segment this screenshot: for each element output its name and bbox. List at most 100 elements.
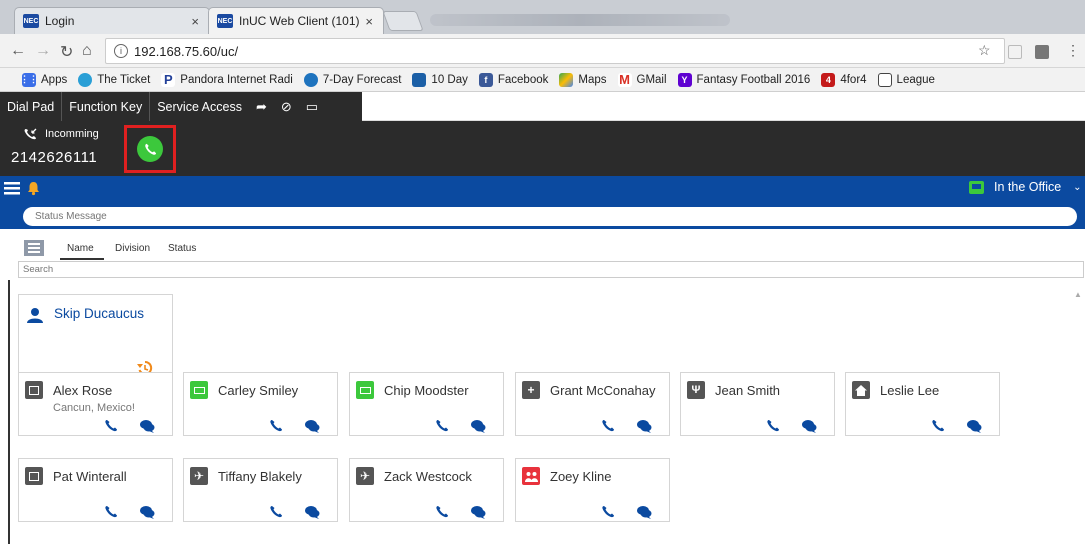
- sort-tab-division[interactable]: Division: [115, 243, 150, 254]
- hamburger-menu-icon[interactable]: [4, 181, 20, 195]
- close-tab-icon[interactable]: ×: [365, 14, 373, 29]
- lunch-icon: Ψ: [687, 381, 705, 399]
- call-icon[interactable]: [932, 419, 945, 432]
- call-icon[interactable]: [105, 419, 118, 432]
- close-tab-icon[interactable]: ×: [191, 14, 199, 29]
- caller-number: 2142626111: [11, 149, 98, 166]
- sort-row: [0, 229, 1085, 259]
- app-header: In the Office ⌄: [0, 176, 1085, 201]
- bookmark-10-day[interactable]: 10 Day: [412, 72, 468, 87]
- contact-card-carley-smiley[interactable]: Carley Smiley: [183, 372, 338, 436]
- bookmark-league[interactable]: League: [877, 72, 935, 87]
- toolbar-fill: [362, 92, 1085, 121]
- in-office-icon: [190, 381, 208, 399]
- chat-icon[interactable]: [304, 419, 320, 433]
- weather-icon: [303, 72, 318, 87]
- url-text: 192.168.75.60/uc/: [134, 43, 239, 59]
- scroll-up-icon[interactable]: ▲: [1074, 290, 1082, 299]
- star-icon[interactable]: ☆: [978, 42, 991, 59]
- call-icon[interactable]: [270, 505, 283, 518]
- contact-card-jean-smith[interactable]: Ψ Jean Smith: [680, 372, 835, 436]
- maps-icon: [559, 72, 574, 87]
- contact-name: Skip Ducaucus: [54, 306, 145, 321]
- menu-kebab-icon[interactable]: ⋮: [1066, 42, 1080, 59]
- extension-2-icon[interactable]: [1035, 45, 1049, 59]
- chat-icon[interactable]: [636, 505, 652, 519]
- bookmark-apps[interactable]: ⋮⋮ Apps: [20, 72, 67, 87]
- chat-icon[interactable]: [470, 419, 486, 433]
- call-icon[interactable]: [270, 419, 283, 432]
- chat-icon[interactable]: [966, 419, 982, 433]
- status-message-input[interactable]: [23, 207, 1077, 226]
- sort-tab-name[interactable]: Name: [67, 243, 94, 254]
- bookmark-4for4[interactable]: 4 4for4: [821, 72, 867, 87]
- computer-icon[interactable]: ▭: [306, 99, 318, 115]
- bookmark-fantasy-football[interactable]: Y Fantasy Football 2016: [677, 72, 810, 87]
- sort-tab-status[interactable]: Status: [168, 243, 196, 254]
- tab-login[interactable]: NEC Login ×: [14, 7, 210, 34]
- chat-icon[interactable]: [470, 505, 486, 519]
- contact-card-zack-westcock[interactable]: ✈ Zack Westcock: [349, 458, 504, 522]
- incoming-call-panel: Incomming 2142626111: [0, 121, 1085, 176]
- tab-dial-pad[interactable]: Dial Pad: [0, 92, 63, 121]
- chat-icon[interactable]: [139, 505, 155, 519]
- reload-icon[interactable]: ↻: [60, 42, 73, 62]
- answer-call-button[interactable]: [137, 136, 163, 162]
- bell-icon[interactable]: [27, 181, 40, 196]
- contact-card-zoey-kline[interactable]: Zoey Kline: [515, 458, 670, 522]
- nec-favicon-icon: NEC: [23, 14, 39, 28]
- list-view-icon[interactable]: [24, 240, 44, 256]
- forward-call-icon[interactable]: ➦: [256, 99, 267, 115]
- chat-icon[interactable]: [139, 419, 155, 433]
- contact-card-tiffany-blakely[interactable]: ✈ Tiffany Blakely: [183, 458, 338, 522]
- contact-card-leslie-lee[interactable]: Leslie Lee: [845, 372, 1000, 436]
- bookmark-7-day-forecast[interactable]: 7-Day Forecast: [303, 72, 401, 87]
- contact-status-message: Cancun, Mexico!: [53, 402, 135, 414]
- chat-icon[interactable]: [801, 419, 817, 433]
- contact-name: Leslie Lee: [880, 383, 940, 398]
- contact-card-alex-rose[interactable]: Alex Rose Cancun, Mexico!: [18, 372, 173, 436]
- airplane-icon: ✈: [356, 467, 374, 485]
- contact-name: Grant McConahay: [550, 383, 656, 398]
- contact-card-pat-winterall[interactable]: Pat Winterall: [18, 458, 173, 522]
- call-icon[interactable]: [602, 419, 615, 432]
- airplane-icon: ✈: [190, 467, 208, 485]
- browser-tab-strip: NEC Login × NEC InUC Web Client (101) ×: [0, 0, 1085, 34]
- status-message-bar: [0, 201, 1085, 229]
- new-tab-button[interactable]: [382, 11, 424, 31]
- call-icon[interactable]: [436, 419, 449, 432]
- call-icon[interactable]: [105, 505, 118, 518]
- blurred-area: [430, 14, 730, 26]
- tab-service-access[interactable]: Service Access: [150, 92, 249, 121]
- tab-function-key[interactable]: Function Key: [62, 92, 151, 121]
- url-field[interactable]: i 192.168.75.60/uc/: [105, 38, 1005, 64]
- vacation-icon: [25, 467, 43, 485]
- call-icon[interactable]: [767, 419, 780, 432]
- phone-icon: [144, 143, 156, 155]
- bookmark-maps[interactable]: Maps: [559, 72, 607, 87]
- presence-selector[interactable]: In the Office ⌄: [969, 180, 1082, 194]
- bookmark-gmail[interactable]: M GMail: [617, 72, 667, 87]
- home-icon[interactable]: ⌂: [82, 42, 92, 60]
- chat-icon[interactable]: [636, 419, 652, 433]
- back-arrow-icon[interactable]: ←: [10, 42, 26, 60]
- info-icon[interactable]: i: [114, 44, 128, 58]
- contact-card-grant-mcconahay[interactable]: + Grant McConahay: [515, 372, 670, 436]
- forward-arrow-icon[interactable]: →: [35, 42, 51, 60]
- chat-icon[interactable]: [304, 505, 320, 519]
- contact-card-chip-moodster[interactable]: Chip Moodster: [349, 372, 504, 436]
- medical-icon: +: [522, 381, 540, 399]
- left-edge: [8, 280, 10, 544]
- search-input[interactable]: [18, 261, 1084, 278]
- tab-inuc-web-client[interactable]: NEC InUC Web Client (101) ×: [208, 7, 384, 34]
- bookmark-the-ticket[interactable]: The Ticket: [78, 72, 150, 87]
- yahoo-icon: Y: [677, 72, 692, 87]
- contact-name: Zack Westcock: [384, 469, 472, 484]
- call-icon[interactable]: [602, 505, 615, 518]
- bookmark-facebook[interactable]: f Facebook: [478, 72, 548, 87]
- do-not-disturb-icon[interactable]: ⊘: [281, 99, 292, 115]
- call-icon[interactable]: [436, 505, 449, 518]
- contact-name: Jean Smith: [715, 383, 781, 398]
- extension-icon[interactable]: [1008, 45, 1022, 59]
- bookmark-pandora[interactable]: P Pandora Internet Radi: [161, 72, 293, 87]
